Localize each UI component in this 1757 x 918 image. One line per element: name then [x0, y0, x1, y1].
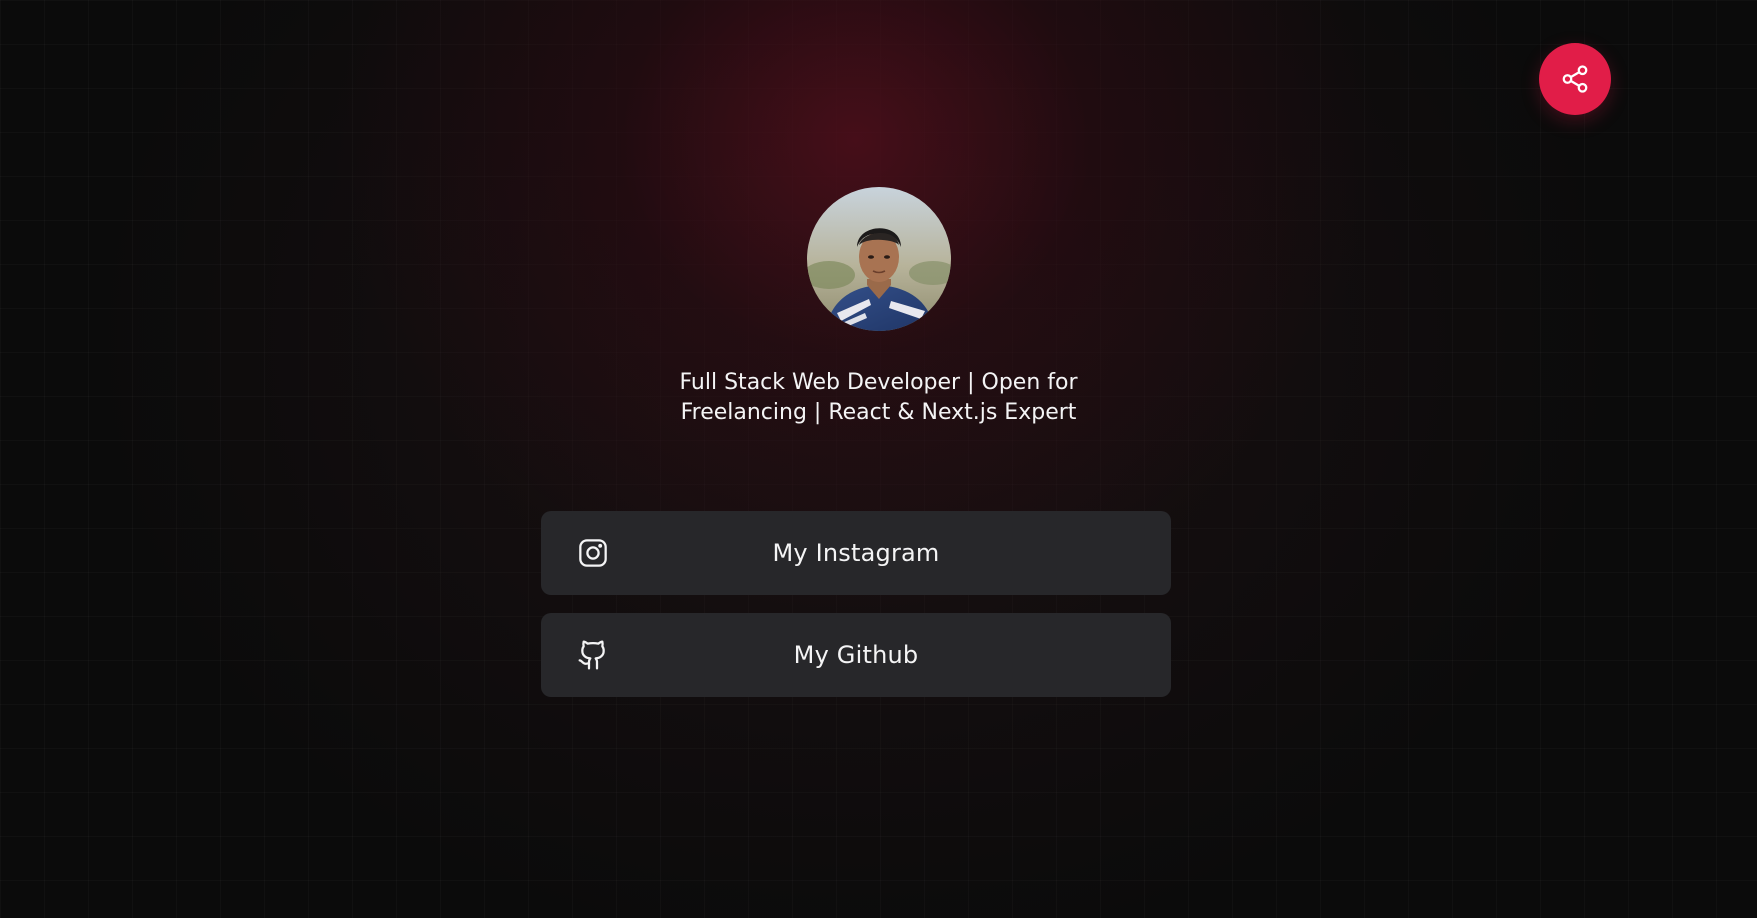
- github-icon: [577, 639, 609, 671]
- github-link-label: My Github: [793, 641, 919, 669]
- instagram-icon: [577, 537, 609, 569]
- instagram-link-button[interactable]: My Instagram: [541, 511, 1171, 595]
- bio-text: Full Stack Web Developer | Open for Free…: [679, 370, 1078, 425]
- share-icon: [1560, 64, 1590, 94]
- share-button[interactable]: [1539, 43, 1611, 115]
- link-list: My Instagram My Github: [541, 511, 1171, 697]
- profile-section: Full Stack Web Developer | Open for Free…: [0, 187, 1757, 428]
- avatar: [806, 187, 951, 331]
- instagram-link-label: My Instagram: [772, 539, 940, 567]
- github-link-button[interactable]: My Github: [541, 613, 1171, 697]
